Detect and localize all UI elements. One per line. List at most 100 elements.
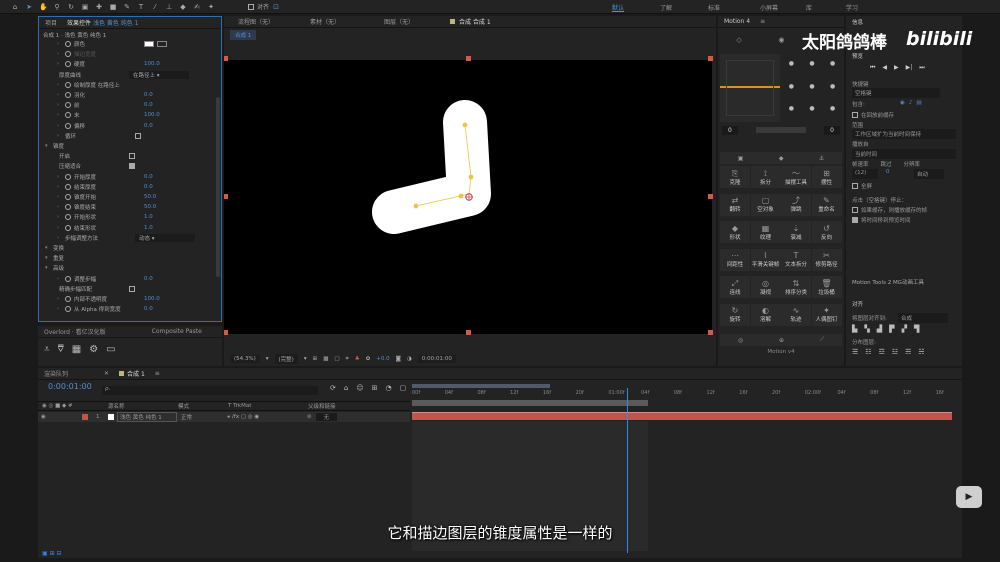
distribute-icon[interactable]: ☷ — [865, 348, 871, 356]
effect-property-value[interactable]: 0.0 — [144, 102, 153, 108]
anchor-dot[interactable]: ● — [805, 60, 820, 71]
motion-tool-button[interactable]: ⌇ 平滑关键帧 — [750, 248, 781, 271]
anchor-dot[interactable]: ● — [825, 105, 840, 116]
layer-label-color[interactable] — [82, 414, 88, 420]
motion-tool-button[interactable]: ✎ 重命名 — [811, 193, 842, 216]
effect-property-value[interactable]: 50.0 — [144, 194, 156, 200]
puppet-tool-icon[interactable]: ✦ — [207, 3, 215, 11]
effect-property-value[interactable]: 0.0 — [144, 306, 153, 312]
effect-property-row[interactable]: ▾ 变换 — [45, 243, 215, 253]
stopwatch-icon[interactable] — [65, 81, 71, 88]
magnification-dropdown[interactable]: (54.3%) — [230, 355, 260, 363]
pan-behind-icon[interactable]: ✚ — [95, 3, 103, 11]
motion-tool-button[interactable]: ∿ 轨迹 — [781, 303, 811, 326]
guides-icon[interactable]: ⌗ — [346, 356, 349, 363]
motion-tool-button[interactable]: ⎘ 克隆 — [720, 166, 750, 188]
shape-tool-icon[interactable]: ■ — [109, 3, 117, 11]
overlord-grid-icon[interactable]: ▦ — [72, 344, 81, 355]
brush-tool-icon[interactable]: ⁄ — [151, 3, 159, 11]
expand-triangle-icon[interactable]: › — [57, 184, 65, 190]
anchor-dot[interactable]: ● — [784, 60, 799, 71]
effect-property-value[interactable]: 0.0 — [144, 123, 153, 129]
effect-property-row[interactable]: ▾ 重复 — [45, 253, 215, 263]
align-top-icon[interactable]: ▛ — [889, 325, 894, 333]
effect-property-value[interactable]: 1.0 — [144, 225, 153, 231]
effect-property-row[interactable]: ▾ 高级 — [45, 263, 215, 273]
effect-property-value[interactable]: 1.0 — [144, 214, 153, 220]
graph-editor-icon[interactable]: ▢ — [400, 384, 407, 392]
footer-icon[interactable]: ⟋ — [820, 336, 824, 344]
next-frame-icon[interactable]: ▶| — [906, 64, 913, 72]
layer-mode-dropdown[interactable]: 正常 — [177, 413, 227, 421]
stopwatch-icon[interactable] — [65, 275, 71, 282]
mask-icon[interactable]: ▢ — [334, 356, 339, 362]
expand-triangle-icon[interactable]: ▾ — [45, 255, 53, 261]
stopwatch-icon[interactable] — [65, 214, 71, 221]
mode-icon[interactable]: ▣ — [738, 155, 744, 162]
timeline-timecode[interactable]: 0:00:01:00 — [48, 382, 92, 391]
exposure-reset-icon[interactable]: ✿ — [366, 356, 371, 362]
expand-triangle-icon[interactable]: › — [57, 82, 65, 88]
footer-icon[interactable]: ⊕ — [779, 337, 784, 344]
overlord-screen-icon[interactable]: ▭ — [106, 344, 115, 355]
stopwatch-icon[interactable] — [65, 112, 71, 119]
left-field[interactable]: 0 — [722, 125, 738, 135]
stopwatch-icon[interactable] — [65, 61, 71, 68]
workspace-small[interactable]: 小屏幕 — [760, 3, 806, 12]
motion-graph[interactable] — [720, 54, 780, 122]
tab-effect-controls[interactable]: 效果控件 浅色 黄色 纯色 1 — [67, 18, 138, 27]
effect-property-row[interactable]: › 羽化 0.0 — [57, 90, 215, 100]
expand-triangle-icon[interactable]: › — [57, 276, 65, 282]
bbox-handle[interactable] — [224, 330, 228, 335]
effect-property-row[interactable]: 厚度曲线 在路径上 ▾ — [51, 70, 215, 80]
motion-tool-button[interactable]: ↻ 旋转 — [720, 303, 750, 326]
layer-parent-dropdown[interactable]: 无 — [315, 413, 338, 421]
play-icon[interactable]: ▶ — [894, 64, 899, 72]
motion-tool-button[interactable]: ⟟ 拆分 — [750, 166, 781, 188]
effect-property-row[interactable]: › 末 100.0 — [57, 110, 215, 120]
shy-icon[interactable]: ☺ — [356, 384, 363, 392]
distribute-icon[interactable]: ☵ — [918, 348, 924, 356]
effect-property-row[interactable]: › 结束形状 1.0 — [57, 223, 215, 233]
expand-triangle-icon[interactable]: ▾ — [45, 245, 53, 251]
effect-property-value[interactable]: 0.0 — [144, 174, 153, 180]
workspace-default[interactable]: 默认 — [612, 3, 660, 12]
motion-tool-button[interactable]: ◎ 凝视 — [750, 276, 781, 298]
stopwatch-icon[interactable] — [65, 102, 71, 109]
tab-render-queue[interactable]: 渲染队列 — [44, 369, 94, 378]
align-to-dropdown[interactable]: 合成 — [898, 313, 948, 323]
layer-duration-bar[interactable] — [412, 412, 952, 420]
effect-property-row[interactable]: › 从 Alpha 得到宽度 0.0 — [57, 304, 215, 314]
close-icon[interactable]: ✕ — [104, 370, 109, 377]
time-ruler[interactable] — [412, 384, 962, 412]
res-dropdown[interactable]: 自动 — [914, 169, 944, 179]
overlord-pull-icon[interactable]: ⩢ — [58, 344, 64, 355]
pen-tool-icon[interactable]: ✎ — [123, 3, 131, 11]
effect-property-row[interactable]: › 锥度结束 50.0 — [57, 202, 215, 212]
stopwatch-icon[interactable] — [65, 122, 71, 129]
effect-property-row[interactable]: › 描边宽度 — [57, 49, 215, 59]
effect-property-value[interactable]: 100.0 — [144, 61, 160, 67]
effect-property-value[interactable]: 100.0 — [144, 112, 160, 118]
zoom-tool-icon[interactable]: ⚲ — [53, 3, 61, 11]
motion-blur-icon[interactable]: ◔ — [386, 384, 392, 392]
effect-property-row[interactable]: › 调整步幅 0.0 — [57, 274, 215, 284]
option-cached[interactable]: 如果缓存，则播放缓存的帧 — [852, 206, 927, 214]
comp-chip[interactable]: 合成 1 — [230, 30, 257, 40]
motion-tool-button[interactable]: ⤢ 连线 — [720, 276, 750, 298]
fps-dropdown[interactable]: (12) — [852, 169, 878, 179]
menu-icon[interactable]: ≡ — [155, 370, 160, 377]
viewer-timecode[interactable]: 0:00:01:00 — [417, 355, 456, 363]
text-tool-icon[interactable]: T — [137, 3, 145, 11]
transparency-grid-icon[interactable]: ▩ — [323, 356, 328, 362]
menu-icon[interactable]: ≡ — [760, 18, 765, 25]
right-field[interactable]: 0 — [824, 125, 840, 135]
bbox-handle[interactable] — [466, 330, 471, 335]
effect-property-row[interactable]: › 颜色 — [57, 39, 215, 49]
motion-tool-button[interactable]: ◐ 溶解 — [750, 303, 781, 326]
anchor-dot[interactable]: ● — [825, 83, 840, 94]
workspace-library[interactable]: 库 — [806, 3, 846, 12]
selection-tool-icon[interactable]: ➤ — [25, 3, 33, 11]
camera-tool-icon[interactable]: ▣ — [81, 3, 89, 11]
hand-tool-icon[interactable]: ✋ — [39, 3, 48, 11]
